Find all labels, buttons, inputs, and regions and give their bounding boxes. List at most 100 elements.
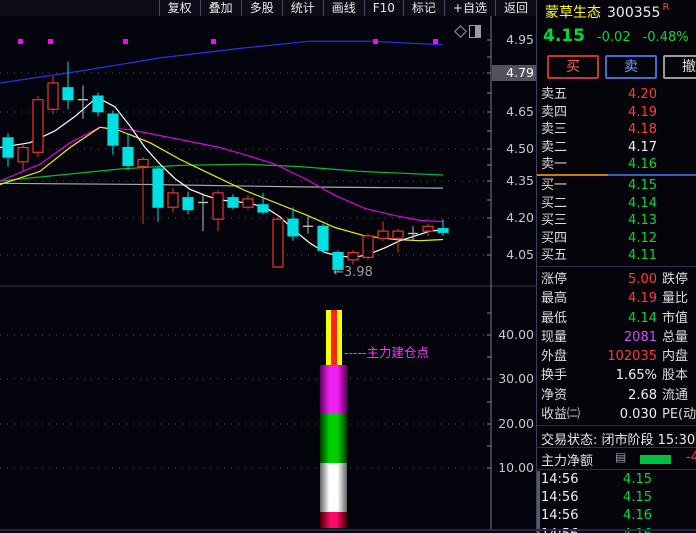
- main-axis-label: 4.35: [506, 173, 534, 188]
- stat-row-limit-up: 涨停 5.00 跌停: [537, 270, 696, 289]
- main-force-bar: [640, 455, 671, 464]
- list-icon[interactable]: ▤: [615, 450, 626, 464]
- bid-row-3[interactable]: 买三 4.13: [537, 212, 696, 230]
- tick-price: 4.16: [623, 508, 652, 524]
- ask-label: 卖二: [541, 139, 568, 155]
- indicator-bar-stripe: [326, 310, 331, 366]
- bid-price: 4.15: [628, 178, 657, 193]
- low-price-annotation: ←3.98: [333, 265, 373, 280]
- sell-button[interactable]: 卖: [605, 55, 657, 79]
- bottom-border: [0, 529, 696, 531]
- order-book-separator: [537, 174, 696, 176]
- up-candle: [242, 198, 254, 208]
- toolbar-button-overlay[interactable]: 叠加: [199, 0, 241, 16]
- up-candle: [32, 99, 44, 153]
- chart-toolbar: 复权 叠加 多股 统计 画线 F10 标记 +自选 返回: [0, 0, 537, 16]
- bid-label: 买三: [541, 213, 568, 228]
- trading-app: 4.95 4.79 4.65 4.50 4.35 4.20 4.05 40.00 30.00 20…: [0, 0, 696, 533]
- stat-label-net-assets: 净资: [541, 387, 568, 403]
- indicator-bar-stripe: [337, 310, 342, 366]
- toolbar-button-f10[interactable]: F10: [363, 0, 403, 16]
- bid-price: 4.14: [628, 195, 657, 211]
- bid-row-1[interactable]: 买一 4.15: [537, 177, 696, 195]
- stat-value-net-assets: 2.68: [628, 387, 657, 403]
- toolbar-button-draw-line[interactable]: 画线: [322, 0, 364, 16]
- sub-axis-label: 20.00: [498, 416, 534, 431]
- split-window-icon[interactable]: [469, 25, 481, 38]
- stat-value-limit-up: 5.00: [628, 272, 657, 287]
- sub-axis-label: 30.00: [498, 371, 534, 386]
- chart-bg: [0, 0, 536, 533]
- stat-row-net-assets: 净资 2.68 流通: [537, 386, 696, 405]
- stat-value-high: 4.19: [628, 291, 657, 307]
- up-candle: [347, 252, 359, 261]
- stock-chart[interactable]: 4.95 4.79 4.65 4.50 4.35 4.20 4.05 40.00 30.00 20…: [0, 0, 536, 533]
- down-candle: [227, 197, 239, 208]
- up-candle: [422, 225, 434, 232]
- stat-label-turnover: 换手: [541, 368, 568, 384]
- stat-row-outer-volume: 外盘 102035 内盘: [537, 347, 696, 366]
- stock-code: 300355: [607, 5, 661, 21]
- bid-row-2[interactable]: 买二 4.14: [537, 195, 696, 213]
- stat-label-eps: 收益㈡: [541, 407, 581, 423]
- stat-label2: 总量: [662, 329, 689, 345]
- tick-price: 4.15: [623, 472, 652, 487]
- toolbar-button-mark[interactable]: 标记: [402, 0, 444, 16]
- stat-row-low: 最低 4.14 市值: [537, 309, 696, 328]
- toolbar-button-adjust[interactable]: 复权: [158, 0, 200, 16]
- tick-price: 4.15: [623, 490, 652, 506]
- bid-row-5[interactable]: 买五 4.11: [537, 247, 696, 265]
- stat-label-outer-volume: 外盘: [541, 349, 568, 365]
- indicator-bar-segment: [320, 463, 347, 512]
- toolbar-button-statistics[interactable]: 统计: [281, 0, 323, 16]
- bid-price: 4.13: [628, 213, 657, 228]
- ask-levels: 卖五 4.20 卖四 4.19 卖三 4.18 卖二 4.17 卖一 4.16: [537, 86, 696, 174]
- stat-row-eps: 收益㈡ 0.030 PE(动: [537, 405, 696, 424]
- bid-price: 4.11: [628, 248, 657, 263]
- down-candle: [62, 87, 74, 101]
- ask-label: 卖三: [541, 122, 568, 137]
- bid-label: 买四: [541, 230, 568, 246]
- ask-price: 4.16: [628, 157, 657, 172]
- stat-label2: PE(动: [662, 407, 696, 423]
- main-force-entry-annotation: -----主力建仓点: [344, 345, 429, 360]
- signal-marker: [18, 39, 23, 44]
- up-candle: [47, 82, 59, 110]
- bid-label: 买五: [541, 248, 568, 263]
- ask-row-1[interactable]: 卖一 4.16: [537, 156, 696, 174]
- main-axis-label: 4.50: [506, 141, 534, 156]
- ask-row-4[interactable]: 卖四 4.19: [537, 104, 696, 122]
- bid-levels: 买一 4.15 买二 4.14 买三 4.13 买四 4.12 买五 4.11: [537, 177, 696, 265]
- indicator-bar-segment: [320, 365, 347, 413]
- down-candle: [152, 168, 164, 208]
- stat-label2: 跌停: [662, 272, 689, 287]
- ask-row-2[interactable]: 卖二 4.17: [537, 139, 696, 157]
- bid-label: 买一: [541, 178, 568, 193]
- up-candle: [137, 158, 149, 168]
- sub-axis-label: 40.00: [498, 327, 534, 342]
- up-candle: [362, 235, 374, 258]
- cancel-button[interactable]: 撤: [663, 55, 696, 79]
- stat-value-low: 4.14: [628, 310, 657, 326]
- tick-time: 14:56: [541, 508, 579, 524]
- toolbar-button-back[interactable]: 返回: [494, 0, 537, 16]
- tick-list: 14:564.1514:564.1514:564.1614:564.16: [537, 471, 696, 533]
- stat-label2: 股本: [662, 368, 689, 384]
- bid-row-4[interactable]: 买四 4.12: [537, 230, 696, 248]
- trading-status: 交易状态: 闭市阶段 15:30: [541, 429, 696, 448]
- price-change-pct: -0.48%: [642, 30, 689, 45]
- up-candle: [377, 230, 389, 239]
- tick-row: 14:56 4.15: [537, 471, 696, 489]
- signal-marker: [48, 39, 53, 44]
- toolbar-button-add-watchlist[interactable]: +自选: [443, 0, 495, 16]
- ask-row-5[interactable]: 卖五 4.20: [537, 86, 696, 104]
- stat-label2: 内盘: [662, 349, 689, 365]
- tick-scrollbar[interactable]: [537, 471, 540, 533]
- toolbar-button-multi-stock[interactable]: 多股: [240, 0, 282, 16]
- ask-price: 4.19: [628, 104, 657, 120]
- buy-button[interactable]: 买: [547, 55, 599, 79]
- sub-axis-label: 10.00: [498, 460, 534, 475]
- up-candle: [167, 192, 179, 208]
- ask-price: 4.17: [628, 139, 657, 155]
- ask-row-3[interactable]: 卖三 4.18: [537, 121, 696, 139]
